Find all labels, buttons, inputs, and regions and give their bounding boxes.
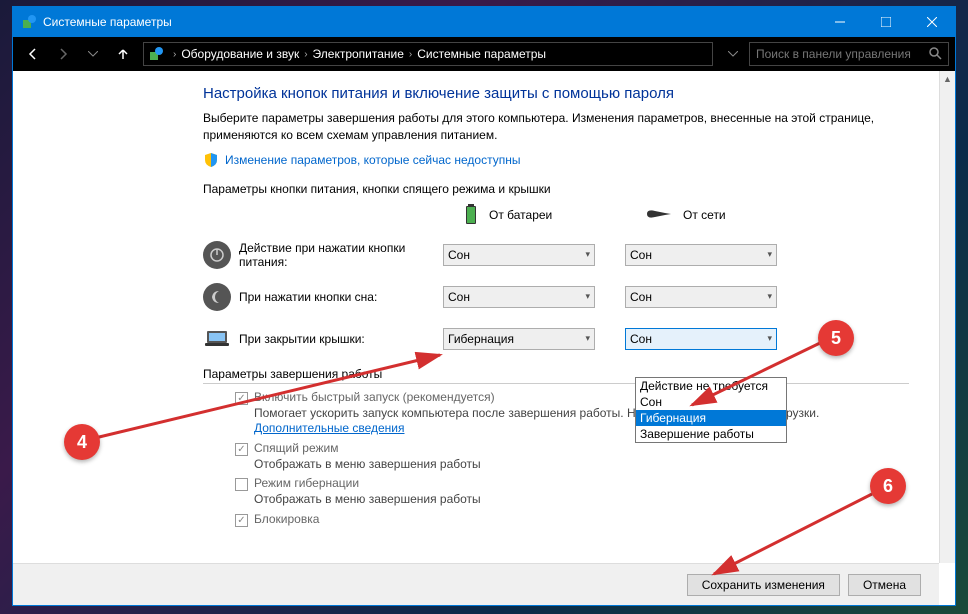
lock-checkbox[interactable]: ✓ bbox=[235, 514, 248, 527]
sleep-checkbox[interactable]: ✓ bbox=[235, 443, 248, 456]
lid-close-ac-dropdown[interactable]: Сон▾ bbox=[625, 328, 777, 350]
chevron-right-icon: › bbox=[299, 49, 312, 60]
ac-label: От сети bbox=[683, 208, 726, 222]
titlebar[interactable]: Системные параметры bbox=[13, 7, 955, 37]
breadcrumb[interactable]: › Оборудование и звук › Электропитание ›… bbox=[143, 42, 713, 66]
hibernate-checkbox-label: Режим гибернации bbox=[254, 476, 359, 490]
fast-startup-label: Включить быстрый запуск (рекомендуется) bbox=[254, 390, 495, 404]
shield-icon bbox=[203, 152, 219, 168]
lid-close-row: При закрытии крышки: Гибернация▾ Сон▾ bbox=[203, 325, 909, 353]
section-buttons-title: Параметры кнопки питания, кнопки спящего… bbox=[203, 182, 909, 196]
breadcrumb-icon bbox=[148, 46, 164, 62]
recent-dropdown[interactable] bbox=[79, 40, 107, 68]
page-heading: Настройка кнопок питания и включение защ… bbox=[203, 85, 909, 102]
up-button[interactable] bbox=[109, 40, 137, 68]
annotation-badge-4: 4 bbox=[64, 424, 100, 460]
close-button[interactable] bbox=[909, 7, 955, 37]
back-button[interactable] bbox=[19, 40, 47, 68]
breadcrumb-item[interactable]: Системные параметры bbox=[417, 47, 546, 61]
refresh-dropdown[interactable] bbox=[719, 40, 747, 68]
laptop-icon bbox=[203, 325, 231, 353]
button-bar: Сохранить изменения Отмена bbox=[13, 563, 939, 605]
sleep-button-row: При нажатии кнопки сна: Сон▾ Сон▾ bbox=[203, 283, 909, 311]
chevron-down-icon: ▾ bbox=[585, 333, 590, 344]
hibernate-checkbox[interactable] bbox=[235, 478, 248, 491]
lid-close-battery-dropdown[interactable]: Гибернация▾ bbox=[443, 328, 595, 350]
chevron-right-icon: › bbox=[404, 49, 417, 60]
sleep-button-ac-dropdown[interactable]: Сон▾ bbox=[625, 286, 777, 308]
power-button-battery-dropdown[interactable]: Сон▾ bbox=[443, 244, 595, 266]
minimize-button[interactable] bbox=[817, 7, 863, 37]
window-title: Системные параметры bbox=[43, 15, 817, 29]
chevron-down-icon: ▾ bbox=[585, 249, 590, 260]
chevron-right-icon: › bbox=[168, 49, 181, 60]
system-settings-window: Системные параметры › Оборудование и зву… bbox=[12, 6, 956, 606]
lock-checkbox-label: Блокировка bbox=[254, 512, 319, 526]
battery-label: От батареи bbox=[489, 208, 552, 222]
breadcrumb-item[interactable]: Электропитание bbox=[313, 47, 404, 61]
forward-button[interactable] bbox=[49, 40, 77, 68]
dropdown-option-selected[interactable]: Гибернация bbox=[636, 410, 786, 426]
annotation-badge-6: 6 bbox=[870, 468, 906, 504]
search-icon[interactable] bbox=[928, 46, 942, 63]
annotation-badge-5: 5 bbox=[818, 320, 854, 356]
toolbar: › Оборудование и звук › Электропитание ›… bbox=[13, 37, 955, 71]
save-button[interactable]: Сохранить изменения bbox=[687, 574, 840, 596]
fast-startup-desc: Помогает ускорить запуск компьютера посл… bbox=[254, 406, 909, 437]
app-icon bbox=[21, 14, 37, 30]
page-description: Выберите параметры завершения работы для… bbox=[203, 110, 909, 144]
section-shutdown-title: Параметры завершения работы bbox=[203, 367, 909, 384]
cancel-button[interactable]: Отмена bbox=[848, 574, 921, 596]
chevron-down-icon: ▾ bbox=[585, 291, 590, 302]
sleep-checkbox-desc: Отображать в меню завершения работы bbox=[254, 457, 909, 473]
power-button-label: Действие при нажатии кнопки питания: bbox=[239, 241, 443, 269]
more-info-link[interactable]: Дополнительные сведения bbox=[254, 421, 404, 435]
chevron-down-icon: ▾ bbox=[767, 249, 772, 260]
scrollbar[interactable]: ▲ bbox=[939, 71, 955, 563]
lid-close-label: При закрытии крышки: bbox=[239, 332, 443, 346]
sleep-checkbox-label: Спящий режим bbox=[254, 441, 338, 455]
content-area: Настройка кнопок питания и включение защ… bbox=[13, 71, 955, 605]
power-button-row: Действие при нажатии кнопки питания: Сон… bbox=[203, 241, 909, 269]
moon-icon bbox=[203, 283, 231, 311]
dropdown-option[interactable]: Действие не требуется bbox=[636, 378, 786, 394]
search-box[interactable] bbox=[749, 42, 949, 66]
sleep-button-battery-dropdown[interactable]: Сон▾ bbox=[443, 286, 595, 308]
power-button-ac-dropdown[interactable]: Сон▾ bbox=[625, 244, 777, 266]
change-unavailable-link[interactable]: Изменение параметров, которые сейчас нед… bbox=[225, 153, 521, 167]
battery-icon bbox=[463, 202, 479, 229]
chevron-down-icon: ▾ bbox=[767, 291, 772, 302]
power-icon bbox=[203, 241, 231, 269]
sleep-button-label: При нажатии кнопки сна: bbox=[239, 290, 443, 304]
fast-startup-checkbox[interactable]: ✓ bbox=[235, 392, 248, 405]
plug-icon bbox=[645, 207, 673, 224]
dropdown-option[interactable]: Сон bbox=[636, 394, 786, 410]
chevron-down-icon: ▾ bbox=[767, 333, 772, 344]
dropdown-option[interactable]: Завершение работы bbox=[636, 426, 786, 442]
hibernate-checkbox-desc: Отображать в меню завершения работы bbox=[254, 492, 909, 508]
lid-close-ac-dropdown-menu: Действие не требуется Сон Гибернация Зав… bbox=[635, 377, 787, 443]
search-input[interactable] bbox=[756, 47, 928, 61]
breadcrumb-item[interactable]: Оборудование и звук bbox=[181, 47, 299, 61]
maximize-button[interactable] bbox=[863, 7, 909, 37]
scroll-up-icon[interactable]: ▲ bbox=[940, 71, 955, 87]
